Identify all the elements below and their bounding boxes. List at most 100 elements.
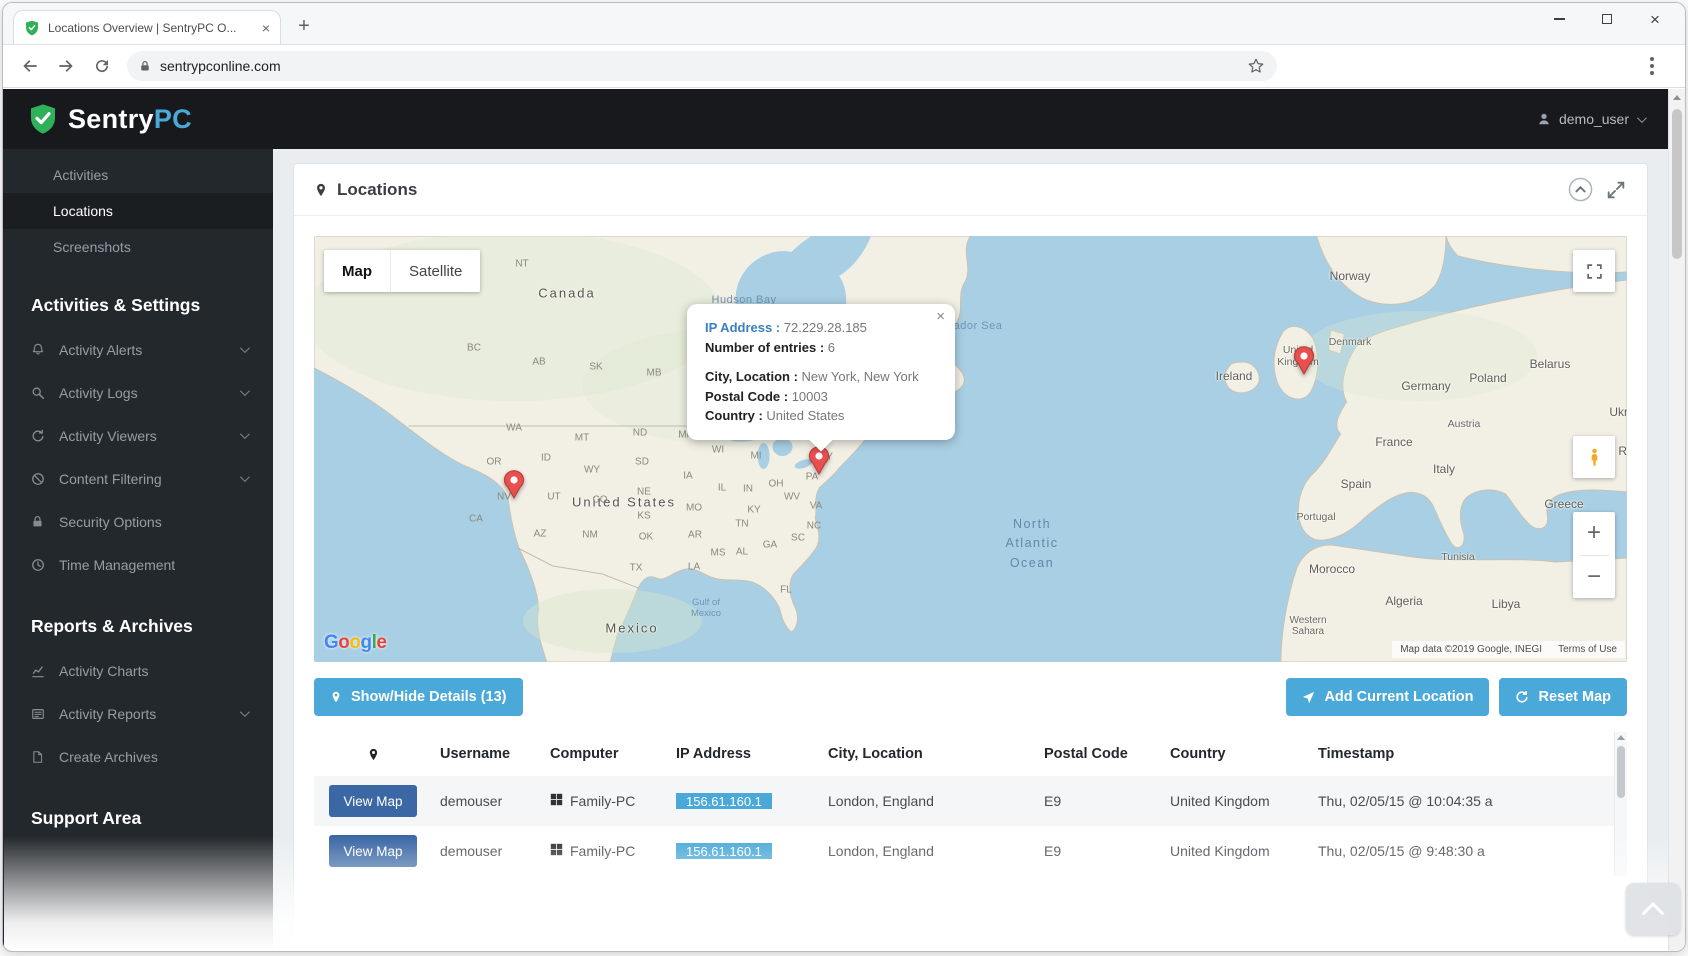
- map-type-satellite-button[interactable]: Satellite: [390, 250, 481, 292]
- info-line: Number of entries : 6: [705, 338, 937, 358]
- scrollbar-thumb[interactable]: [1672, 109, 1682, 259]
- collapse-panel-icon[interactable]: [1568, 177, 1593, 202]
- actions-row: Show/Hide Details (13) Add Current Locat…: [314, 678, 1627, 716]
- main-content: Locations Canada United States Mexico Hu…: [273, 149, 1668, 951]
- page-scrollbar[interactable]: [1668, 89, 1685, 951]
- city-cell: London, England: [828, 793, 934, 809]
- sidebar-item-activities[interactable]: Activities: [3, 157, 273, 193]
- user-icon: [1537, 112, 1551, 126]
- computer-cell: Family-PC: [542, 843, 668, 859]
- sidebar-item-activity-charts[interactable]: Activity Charts: [3, 649, 273, 692]
- show-hide-details-button[interactable]: Show/Hide Details (13): [314, 678, 523, 716]
- view-map-button[interactable]: View Map: [329, 785, 417, 817]
- sentrypc-logo[interactable]: SentryPC: [27, 103, 192, 135]
- map[interactable]: Canada United States Mexico Hudson Bay Labra…: [314, 236, 1627, 662]
- username-cell: demouser: [440, 793, 503, 809]
- brand-sentry: Sentry: [68, 103, 154, 134]
- bookmark-star-icon[interactable]: [1247, 57, 1265, 75]
- sidebar-section-heading: Activities & Settings: [31, 295, 201, 315]
- back-button[interactable]: [13, 49, 47, 83]
- info-label: Postal Code :: [705, 388, 792, 404]
- header-country: Country: [1170, 746, 1226, 762]
- sentrypc-favicon: [24, 20, 40, 36]
- terms-of-use-link[interactable]: Terms of Use: [1558, 644, 1617, 655]
- expand-panel-icon[interactable]: [1605, 179, 1627, 201]
- table-header: Username Computer IP Address City, Locat…: [314, 732, 1627, 776]
- add-current-location-button[interactable]: Add Current Location: [1286, 678, 1490, 716]
- chart-icon: [31, 664, 49, 678]
- sidebar-item-time-management[interactable]: Time Management: [3, 543, 273, 586]
- map-type-control: Map Satellite: [324, 250, 481, 292]
- sync-icon: [31, 429, 49, 443]
- info-label: IP Address :: [705, 320, 784, 335]
- reload-button[interactable]: [85, 49, 119, 83]
- chevron-down-icon: [239, 386, 250, 397]
- browser-tab[interactable]: Locations Overview | SentryPC O... ×: [13, 10, 281, 44]
- map-marker[interactable]: [1292, 345, 1316, 380]
- tab-close-icon[interactable]: ×: [262, 20, 270, 36]
- map-type-map-button[interactable]: Map: [324, 250, 390, 292]
- tab-strip: Locations Overview | SentryPC O... × + ×: [3, 3, 1685, 45]
- pegman-icon[interactable]: [1573, 436, 1615, 478]
- page: SentryPC demo_user Activities Locations Sc…: [3, 89, 1668, 951]
- shield-logo-icon: [31, 104, 55, 134]
- pin-icon: [332, 691, 340, 703]
- sidebar-item-label: Screenshots: [53, 239, 131, 255]
- zoom-out-button[interactable]: −: [1573, 556, 1615, 599]
- location-pin-icon: [314, 183, 328, 197]
- new-tab-button[interactable]: +: [289, 11, 319, 41]
- clock-icon: [31, 558, 49, 572]
- info-window-body: IP Address : 72.229.28.185 Number of entr…: [705, 318, 937, 426]
- map-marker[interactable]: [502, 469, 526, 504]
- header-postal-code: Postal Code: [1044, 746, 1128, 762]
- map-fullscreen-button[interactable]: [1573, 250, 1615, 292]
- table-scrollbar[interactable]: [1614, 732, 1627, 876]
- sidebar-item-activity-viewers[interactable]: Activity Viewers: [3, 414, 273, 457]
- forward-button[interactable]: [49, 49, 83, 83]
- brand-pc: PC: [153, 103, 192, 134]
- google-logo: Google: [324, 632, 387, 653]
- address-bar[interactable]: sentrypconline.com: [127, 51, 1277, 81]
- locations-table: Username Computer IP Address City, Locat…: [314, 732, 1627, 876]
- panel-title: Locations: [337, 179, 418, 199]
- chevron-down-icon: [239, 707, 250, 718]
- sidebar-item-create-archives[interactable]: Create Archives: [3, 735, 273, 778]
- scroll-to-top-button[interactable]: [1626, 883, 1680, 935]
- info-window-close-icon[interactable]: ×: [936, 309, 945, 324]
- username-label: demo_user: [1558, 111, 1629, 127]
- info-window: × IP Address : 72.229.28.185 Number of en…: [687, 304, 955, 440]
- sidebar-item-locations[interactable]: Locations: [3, 193, 273, 229]
- sidebar-item-screenshots[interactable]: Screenshots: [3, 229, 273, 265]
- sidebar-item-security-options[interactable]: Security Options: [3, 500, 273, 543]
- sidebar-item-content-filtering[interactable]: Content Filtering: [3, 457, 273, 500]
- user-menu[interactable]: demo_user: [1537, 111, 1647, 127]
- info-line: IP Address : 72.229.28.185: [705, 318, 937, 338]
- reset-map-button[interactable]: Reset Map: [1499, 678, 1627, 716]
- sidebar-item-activity-alerts[interactable]: Activity Alerts: [3, 328, 273, 371]
- browser-menu-icon[interactable]: [1637, 57, 1667, 75]
- url-text: sentrypconline.com: [160, 58, 281, 74]
- sidebar-item-activity-logs[interactable]: Activity Logs: [3, 371, 273, 414]
- scrollbar-up-arrow[interactable]: [1669, 89, 1685, 105]
- maximize-button[interactable]: [1583, 3, 1631, 35]
- computer-name: Family-PC: [570, 843, 636, 859]
- minimize-button[interactable]: [1535, 3, 1583, 35]
- ip-address-badge[interactable]: 156.61.160.1: [676, 793, 772, 809]
- close-button[interactable]: ×: [1631, 3, 1679, 35]
- map-canvas: [314, 236, 1627, 662]
- computer-name: Family-PC: [570, 793, 636, 809]
- sidebar-item-label: Activities: [53, 167, 109, 183]
- sidebar-item-label: Content Filtering: [59, 470, 162, 487]
- panel-header: Locations: [294, 164, 1647, 216]
- zoom-in-button[interactable]: +: [1573, 512, 1615, 555]
- sidebar-item-label: Activity Logs: [59, 384, 138, 401]
- map-marker[interactable]: [807, 445, 831, 480]
- ip-cell: 156.61.160.1: [668, 793, 820, 809]
- windows-icon: [550, 843, 563, 859]
- postal-cell: E9: [1044, 843, 1062, 859]
- header-ip-address: IP Address: [676, 746, 751, 762]
- sidebar-item-activity-reports[interactable]: Activity Reports: [3, 692, 273, 735]
- view-map-button[interactable]: View Map: [329, 835, 417, 867]
- chevron-down-icon: [239, 429, 250, 440]
- ip-address-badge[interactable]: 156.61.160.1: [676, 843, 772, 859]
